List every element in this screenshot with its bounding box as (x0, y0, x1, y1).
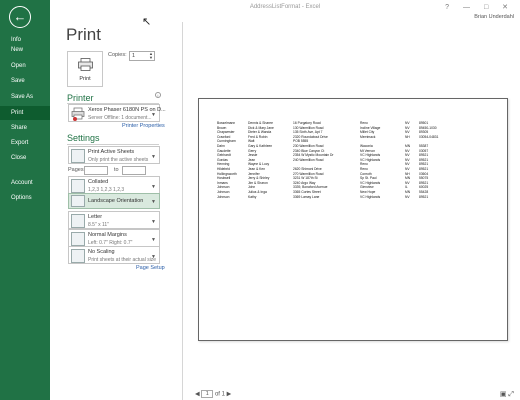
printer-properties-link[interactable]: Printer Properties (122, 123, 165, 129)
previous-page-icon[interactable]: ◀ (195, 392, 200, 398)
collate-title: Collated (88, 179, 109, 185)
table-cell: VC Highlands (360, 194, 381, 199)
window-controls[interactable]: ? — □ ✕ (445, 3, 514, 11)
print-what-dropdown[interactable]: Print Active Sheets Only print the activ… (68, 146, 160, 164)
copies-label: Copies: (108, 52, 127, 58)
scaling-dropdown[interactable]: No Scaling Print sheets at their actual … (68, 246, 160, 264)
pages-label: Pages: (68, 167, 86, 173)
back-arrow-icon[interactable]: ← (9, 6, 31, 28)
table-cell: NV (405, 194, 410, 199)
info-icon[interactable]: i (155, 92, 161, 98)
scaling-title: No Scaling (88, 249, 115, 255)
chevron-down-icon: ▼ (151, 219, 156, 225)
pages-from-input[interactable] (84, 166, 108, 175)
orientation-dropdown[interactable]: Landscape Orientation ▼ (68, 193, 160, 209)
show-margins-icon[interactable]: ▣ ⤢ (500, 390, 514, 399)
paper-sub: 8.5" x 11" (88, 222, 109, 228)
collate-dropdown[interactable]: Collated 1,2,3 1,2,3 1,2,3 ▼ (68, 176, 160, 194)
paper-size-dropdown[interactable]: Letter 8.5" x 11" ▼ (68, 211, 160, 229)
print-button[interactable]: Print (67, 51, 103, 87)
margins-icon (71, 232, 85, 246)
nav-item-options[interactable]: Options (0, 191, 50, 205)
chevron-down-icon: ▼ (151, 112, 156, 118)
nav-item-print[interactable]: Print (0, 106, 50, 120)
chevron-down-icon: ▼ (151, 154, 156, 160)
chevron-down-icon: ▼ (151, 184, 156, 190)
preview-page: Bosselmann Dennis & Sharee 16 Purgatory Ro… (198, 98, 508, 341)
sheets-icon (71, 149, 85, 163)
table-cell: Kathy (248, 194, 257, 199)
current-page-input[interactable]: 1 (201, 390, 214, 398)
orientation-icon (71, 195, 85, 207)
page-setup-link[interactable]: Page Setup (136, 265, 165, 271)
backstage-nav: ← Info New Open Save Save As Print Share… (0, 0, 50, 400)
divider (67, 144, 159, 145)
title-bar: AddressListFormat - Excel ? — □ ✕ Brian … (50, 0, 520, 22)
nav-item-save[interactable]: Save (0, 74, 50, 88)
table-cell: 3369 Lamay Lane (293, 194, 320, 199)
printer-status: Server Offline: 1 document... (88, 115, 152, 121)
print-preview-area: Bosselmann Dennis & Sharee 16 Purgatory Ro… (183, 22, 520, 400)
margins-title: Normal Margins (88, 232, 127, 238)
scaling-sub: Print sheets at their actual size (88, 257, 157, 263)
nav-item-open[interactable]: Open (0, 59, 50, 73)
nav-item-share[interactable]: Share (0, 121, 50, 135)
pages-to-label: to (114, 167, 119, 173)
print-what-title: Print Active Sheets (88, 149, 135, 155)
table-cell: 03054-04831 (419, 134, 439, 139)
table-cell: Johnson (217, 194, 230, 199)
chevron-down-icon: ▼ (151, 237, 156, 243)
page-title: Print (66, 25, 101, 44)
nav-item-new[interactable]: New (0, 43, 50, 57)
nav-item-account[interactable]: Account (0, 176, 50, 190)
excel-print-backstage: ← Info New Open Save Save As Print Share… (0, 0, 520, 400)
table-cell: 89521 (419, 194, 429, 199)
user-name[interactable]: Brian Underdahl (474, 14, 514, 20)
printer-icon (71, 107, 85, 121)
scaling-icon (71, 249, 85, 263)
printer-section-title: Printer (67, 93, 94, 103)
copies-stepper[interactable]: 1 ▲ ▼ (129, 51, 155, 61)
printer-dropdown[interactable]: Xerox Phaser 6180N PS on D... Server Off… (68, 104, 166, 122)
orientation-title: Landscape Orientation (88, 198, 144, 204)
print-settings-panel: Print Print Copies: 1 ▲▼ Printer i Xero (50, 22, 166, 400)
table-row: Johnson Kathy 3369 Lamay Lane VC Highlands N… (217, 195, 440, 200)
settings-section-title: Settings (67, 133, 100, 143)
print-button-label: Print (79, 76, 91, 82)
nav-item-close[interactable]: Close (0, 151, 50, 165)
margins-dropdown[interactable]: Normal Margins Left: 0.7" Right: 0.7" ▼ (68, 229, 160, 247)
nav-item-export[interactable]: Export (0, 136, 50, 150)
copies-value: 1 (132, 53, 136, 59)
spin-arrows-icon[interactable]: ▲ ▼ (149, 52, 153, 60)
page-count: of 1 (214, 391, 225, 398)
paper-icon (71, 214, 85, 228)
print-what-sub: Only print the active sheets (88, 157, 149, 163)
nav-item-save-as[interactable]: Save As (0, 90, 50, 104)
collate-icon (71, 179, 85, 193)
page-navigator: ◀ 1 of 1 ▶ (195, 390, 231, 398)
chevron-down-icon: ▼ (151, 199, 156, 205)
printer-icon (78, 58, 93, 71)
next-page-icon[interactable]: ▶ (227, 392, 232, 398)
chevron-down-icon: ▼ (151, 254, 156, 260)
address-table: Bosselmann Dennis & Sharee 16 Purgatory Ro… (217, 121, 440, 199)
paper-title: Letter (88, 214, 103, 220)
pages-to-input[interactable] (122, 166, 146, 175)
